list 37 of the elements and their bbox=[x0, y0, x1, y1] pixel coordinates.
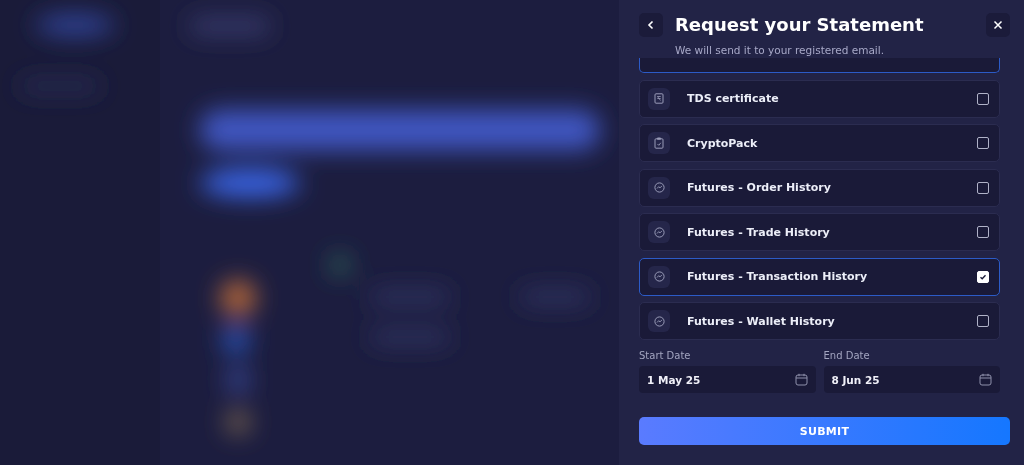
statement-option[interactable]: Futures - Wallet History bbox=[639, 302, 1000, 340]
checkbox[interactable] bbox=[977, 315, 989, 327]
option-label: Futures - Transaction History bbox=[687, 270, 869, 283]
date-label: Start Date bbox=[639, 350, 692, 361]
date-field[interactable]: 1 May 25 bbox=[639, 366, 816, 393]
calendar-icon bbox=[794, 373, 808, 386]
option-label: TDS certificate bbox=[687, 92, 780, 105]
checkmark-icon bbox=[979, 272, 987, 281]
submit-button[interactable]: SUBMIT bbox=[639, 417, 1010, 445]
checkbox[interactable] bbox=[977, 226, 989, 238]
document-icon bbox=[654, 93, 664, 104]
checkbox[interactable] bbox=[977, 137, 989, 149]
chart-circle-icon bbox=[653, 315, 665, 327]
back-button[interactable] bbox=[639, 13, 663, 37]
back-icon bbox=[647, 20, 655, 30]
option-label: Futures - Order History bbox=[687, 181, 832, 194]
chart-circle-icon bbox=[653, 226, 665, 238]
date-field[interactable]: 8 Jun 25 bbox=[823, 366, 1000, 393]
drawer-title: Request your Statement bbox=[675, 13, 925, 37]
close-icon bbox=[993, 20, 1003, 30]
close-button[interactable] bbox=[986, 13, 1010, 37]
chart-circle-icon bbox=[653, 182, 665, 193]
checkbox[interactable] bbox=[977, 181, 989, 194]
statement-option[interactable]: Futures - Trade History bbox=[639, 213, 1000, 251]
statement-option[interactable]: Futures - Transaction History bbox=[639, 257, 1000, 296]
statement-option[interactable]: TDS certificate bbox=[639, 79, 1000, 118]
calendar-icon bbox=[979, 373, 992, 386]
drawer-subtitle: We will send it to your registered email. bbox=[675, 44, 886, 56]
date-label: End Date bbox=[823, 350, 871, 361]
clipboard-icon bbox=[654, 137, 664, 149]
option-label: CryptoPack bbox=[687, 136, 759, 150]
option-label: Futures - Wallet History bbox=[687, 314, 836, 328]
option-label: Futures - Trade History bbox=[687, 225, 831, 239]
statement-option[interactable]: CryptoPack bbox=[639, 124, 1000, 162]
chart-circle-icon bbox=[653, 271, 665, 282]
checkbox[interactable] bbox=[977, 92, 989, 105]
statement-option[interactable]: Futures - Order History bbox=[639, 168, 1000, 207]
